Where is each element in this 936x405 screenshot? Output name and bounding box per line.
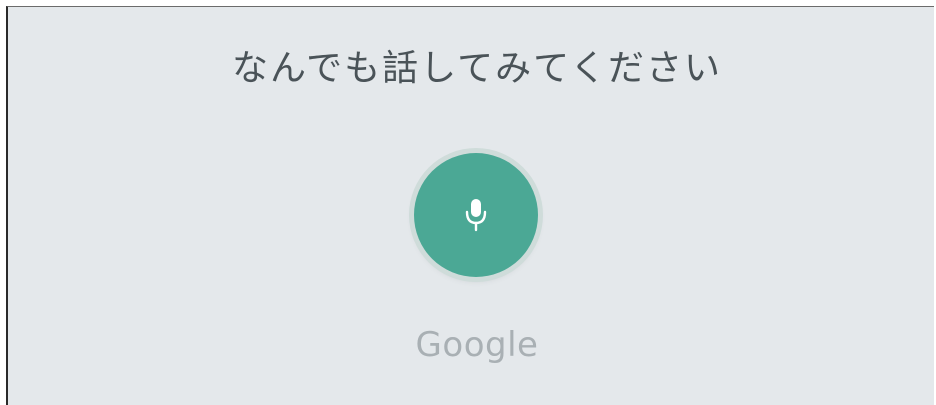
voice-search-panel: なんでも話してみてください Google [6,6,934,405]
microphone-icon [465,199,487,232]
google-logo: Google [415,325,539,365]
voice-prompt-text: なんでも話してみてください [231,48,723,89]
microphone-button[interactable] [414,153,538,277]
